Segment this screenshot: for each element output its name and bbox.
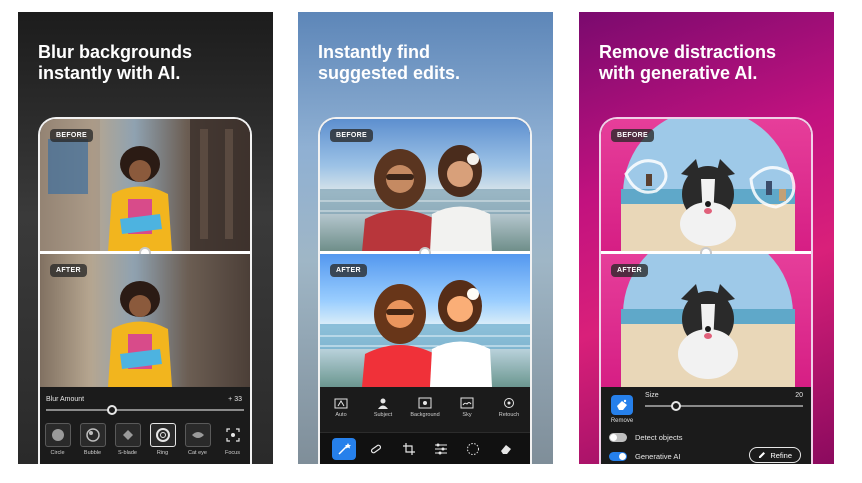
- tool-ring[interactable]: Ring: [148, 423, 178, 456]
- adjust-button[interactable]: [429, 438, 453, 460]
- subject-icon: [378, 398, 388, 409]
- magic-wand-icon: [338, 442, 352, 455]
- suggestions-panel: Auto Subject Background Sky Retouch: [320, 387, 530, 434]
- cat-eye-blur-icon: [191, 432, 204, 438]
- heal-button[interactable]: [364, 438, 388, 460]
- blur-amount-track[interactable]: [46, 409, 244, 411]
- remove-tool-button[interactable]: Remove: [609, 395, 635, 424]
- phone-frame: BEFORE AFTER Blur Amount + 33 Circle Bub…: [38, 117, 252, 464]
- edit-toolbar: [320, 432, 530, 464]
- remove-panel: Remove Size 20 Detect objects Generative…: [601, 387, 811, 464]
- refine-label: Refine: [770, 450, 792, 460]
- headline: Remove distractions with generative AI.: [599, 42, 777, 83]
- blur-amount-label: Blur Amount: [46, 396, 85, 403]
- tool-background[interactable]: Background: [410, 397, 440, 418]
- promo-card-blur: Blur backgrounds instantly with AI. BEFO…: [18, 12, 273, 464]
- after-tag: AFTER: [50, 264, 87, 277]
- tool-retouch[interactable]: Retouch: [494, 397, 524, 418]
- after-photo: AFTER: [40, 254, 250, 387]
- blur-amount-thumb[interactable]: [107, 405, 117, 415]
- generative-ai-row[interactable]: Generative AI: [609, 452, 680, 461]
- size-label: Size: [645, 392, 659, 399]
- before-tag: BEFORE: [330, 129, 373, 142]
- after-tag: AFTER: [330, 264, 367, 277]
- before-photo: BEFORE: [320, 119, 530, 252]
- ring-blur-icon: [155, 428, 170, 442]
- sky-icon: [460, 397, 474, 409]
- suggestion-tools: Auto Subject Background Sky Retouch: [320, 397, 530, 418]
- headline: Blur backgrounds instantly with AI.: [38, 42, 193, 83]
- magic-wand-button[interactable]: [332, 437, 357, 460]
- promo-card-suggested-edits: Instantly find suggested edits. BEFORE A…: [298, 12, 553, 464]
- tool-cat-eye[interactable]: Cat eye: [183, 423, 213, 456]
- pencil-icon: [759, 452, 766, 458]
- presets-icon: [467, 442, 480, 455]
- blur-amount-value: + 33: [228, 396, 242, 403]
- tool-s-blade[interactable]: S-blade: [113, 423, 143, 456]
- before-tag: BEFORE: [611, 129, 654, 142]
- blur-shape-tools: Circle Bubble S-blade Ring Cat eye Focus: [40, 423, 250, 456]
- focus-icon: [225, 428, 240, 442]
- tool-auto[interactable]: Auto: [326, 397, 356, 418]
- circle-blur-icon: [51, 429, 64, 441]
- refine-button[interactable]: Refine: [749, 447, 801, 463]
- eraser-button[interactable]: [494, 438, 518, 460]
- tool-subject[interactable]: Subject: [368, 397, 398, 418]
- crop-rotate-button[interactable]: [397, 438, 421, 460]
- bubble-blur-icon: [85, 428, 100, 442]
- before-tag: BEFORE: [50, 129, 93, 142]
- size-track[interactable]: [645, 405, 803, 407]
- generative-ai-toggle[interactable]: [609, 452, 627, 461]
- presets-button[interactable]: [461, 438, 485, 460]
- size-value: 20: [795, 392, 803, 399]
- generative-ai-label: Generative AI: [635, 452, 681, 461]
- before-photo: BEFORE: [40, 119, 250, 252]
- headline: Instantly find suggested edits.: [318, 42, 461, 83]
- detect-objects-label: Detect objects: [635, 433, 683, 442]
- crop-rotate-icon: [402, 442, 415, 455]
- adjust-sliders-icon: [435, 443, 448, 454]
- background-icon: [418, 397, 432, 409]
- tool-focus[interactable]: Focus: [218, 423, 248, 456]
- after-photo: AFTER: [601, 254, 811, 387]
- size-thumb[interactable]: [671, 401, 681, 411]
- detect-objects-toggle[interactable]: [609, 433, 627, 442]
- blur-panel: Blur Amount + 33 Circle Bubble S-blade R…: [40, 387, 250, 464]
- promo-card-generative-remove: Remove distractions with generative AI.: [579, 12, 834, 464]
- after-tag: AFTER: [611, 264, 648, 277]
- phone-frame: BEFORE AFTER Auto Subject Background Sky…: [318, 117, 532, 464]
- phone-frame: BEFORE AFTER Remove Size 20 Detect objec…: [599, 117, 813, 464]
- heal-icon: [371, 444, 382, 453]
- after-photo: AFTER: [320, 254, 530, 387]
- detect-objects-row[interactable]: Detect objects: [609, 433, 683, 442]
- retouch-icon: [504, 398, 514, 408]
- eraser-icon: [500, 444, 511, 454]
- auto-icon: [334, 398, 348, 409]
- tool-sky[interactable]: Sky: [452, 397, 482, 418]
- tool-circle[interactable]: Circle: [43, 423, 73, 456]
- tool-bubble[interactable]: Bubble: [78, 423, 108, 456]
- remove-eraser-icon: [617, 399, 627, 410]
- before-photo: BEFORE: [601, 119, 811, 252]
- s-blade-blur-icon: [122, 430, 133, 440]
